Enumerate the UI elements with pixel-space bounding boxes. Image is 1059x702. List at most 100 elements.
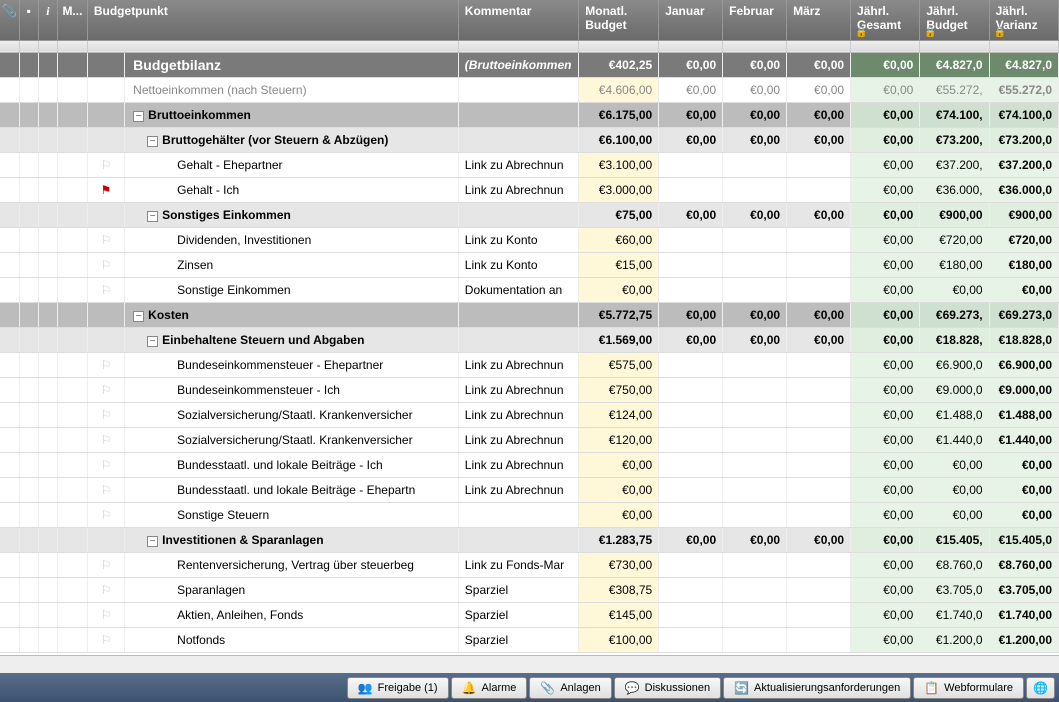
mar-cell[interactable] (787, 177, 851, 202)
jan-cell[interactable] (659, 477, 723, 502)
comment-cell[interactable] (19, 327, 38, 352)
attach-cell[interactable] (0, 252, 19, 277)
mar-cell[interactable]: €0,00 (787, 52, 851, 77)
feb-cell[interactable] (723, 377, 787, 402)
comment-cell[interactable] (19, 127, 38, 152)
m-cell[interactable] (58, 602, 88, 627)
freigabe-button[interactable]: 👥Freigabe (1) (347, 677, 449, 699)
comment-cell[interactable] (19, 552, 38, 577)
jv-cell[interactable]: €720,00 (989, 227, 1058, 252)
name-cell[interactable]: Gehalt - Ich (125, 177, 459, 202)
jb-cell[interactable]: €37.200, (920, 152, 989, 177)
comment-cell[interactable] (19, 152, 38, 177)
info-cell[interactable] (38, 477, 57, 502)
jg-cell[interactable]: €0,00 (851, 502, 920, 527)
collapse-toggle[interactable]: − (133, 111, 144, 122)
jv-cell[interactable]: €15.405,0 (989, 527, 1058, 552)
m-cell[interactable] (58, 452, 88, 477)
m-cell[interactable] (58, 77, 88, 102)
info-cell[interactable] (38, 402, 57, 427)
feb-cell[interactable] (723, 577, 787, 602)
col-jg[interactable]: Jährl. Gesamt🔒 (851, 0, 920, 40)
jan-cell[interactable] (659, 627, 723, 652)
mb-cell[interactable]: €100,00 (579, 627, 659, 652)
info-cell[interactable] (38, 577, 57, 602)
table-row[interactable]: ⚐Sozialversicherung/Staatl. Krankenversi… (0, 427, 1059, 452)
comment-cell[interactable] (19, 402, 38, 427)
flag-cell[interactable] (87, 327, 124, 352)
jg-cell[interactable]: €0,00 (851, 77, 920, 102)
mb-cell[interactable]: €6.175,00 (579, 102, 659, 127)
feb-cell[interactable] (723, 277, 787, 302)
feb-cell[interactable] (723, 627, 787, 652)
flag-cell[interactable] (87, 202, 124, 227)
comment-cell[interactable] (458, 502, 578, 527)
comment-cell[interactable] (19, 227, 38, 252)
table-row[interactable]: −Investitionen & Sparanlagen€1.283,75€0,… (0, 527, 1059, 552)
jg-cell[interactable]: €0,00 (851, 427, 920, 452)
feb-cell[interactable] (723, 452, 787, 477)
table-row[interactable]: ⚑Gehalt - IchLink zu Abrechnun€3.000,00€… (0, 177, 1059, 202)
jan-cell[interactable] (659, 577, 723, 602)
comment-cell[interactable]: Link zu Konto (458, 252, 578, 277)
feb-cell[interactable] (723, 352, 787, 377)
jg-cell[interactable]: €0,00 (851, 127, 920, 152)
name-cell[interactable]: Sozialversicherung/Staatl. Krankenversic… (125, 427, 459, 452)
name-cell[interactable]: Sozialversicherung/Staatl. Krankenversic… (125, 402, 459, 427)
mb-cell[interactable]: €75,00 (579, 202, 659, 227)
mar-cell[interactable]: €0,00 (787, 527, 851, 552)
comment-cell[interactable] (458, 127, 578, 152)
info-cell[interactable] (38, 302, 57, 327)
attach-cell[interactable] (0, 127, 19, 152)
table-row[interactable]: ⚐Rentenversicherung, Vertrag über steuer… (0, 552, 1059, 577)
flag-cell[interactable] (87, 527, 124, 552)
table-row[interactable]: Nettoeinkommen (nach Steuern)€4.606,00€0… (0, 77, 1059, 102)
name-cell[interactable]: Rentenversicherung, Vertrag über steuerb… (125, 552, 459, 577)
jg-cell[interactable]: €0,00 (851, 152, 920, 177)
flag-cell[interactable] (87, 52, 124, 77)
comment-cell[interactable] (19, 202, 38, 227)
jv-cell[interactable]: €55.272,0 (989, 77, 1058, 102)
info-cell[interactable] (38, 252, 57, 277)
feb-cell[interactable]: €0,00 (723, 202, 787, 227)
jan-cell[interactable] (659, 502, 723, 527)
jan-cell[interactable] (659, 602, 723, 627)
jb-cell[interactable]: €73.200, (920, 127, 989, 152)
jv-cell[interactable]: €0,00 (989, 502, 1058, 527)
collapse-toggle[interactable]: − (133, 311, 144, 322)
flag-cell[interactable]: ⚐ (87, 452, 124, 477)
table-row[interactable]: ⚐SparanlagenSparziel€308,75€0,00€3.705,0… (0, 577, 1059, 602)
m-cell[interactable] (58, 402, 88, 427)
flag-cell[interactable]: ⚐ (87, 502, 124, 527)
mar-cell[interactable] (787, 377, 851, 402)
info-cell[interactable] (38, 277, 57, 302)
col-budgetpunkt[interactable]: Budgetpunkt (87, 0, 458, 40)
mb-cell[interactable]: €124,00 (579, 402, 659, 427)
name-cell[interactable]: Sonstige Einkommen (125, 277, 459, 302)
comment-cell[interactable] (19, 77, 38, 102)
mb-cell[interactable]: €15,00 (579, 252, 659, 277)
jg-cell[interactable]: €0,00 (851, 402, 920, 427)
jb-cell[interactable]: €900,00 (920, 202, 989, 227)
name-cell[interactable]: Bundeseinkommensteuer - Ehepartner (125, 352, 459, 377)
jv-cell[interactable]: €18.828,0 (989, 327, 1058, 352)
table-row[interactable]: ⚐Dividenden, InvestitionenLink zu Konto€… (0, 227, 1059, 252)
feb-cell[interactable]: €0,00 (723, 102, 787, 127)
jan-cell[interactable]: €0,00 (659, 302, 723, 327)
flag-cell[interactable]: ⚐ (87, 402, 124, 427)
name-cell[interactable]: Bundesstaatl. und lokale Beiträge - Ich (125, 452, 459, 477)
mb-cell[interactable]: €1.283,75 (579, 527, 659, 552)
attach-cell[interactable] (0, 52, 19, 77)
mar-cell[interactable]: €0,00 (787, 77, 851, 102)
jb-cell[interactable]: €9.000,0 (920, 377, 989, 402)
aktualisierung-button[interactable]: 🔄Aktualisierungsanforderungen (723, 677, 911, 699)
comment-cell[interactable] (19, 427, 38, 452)
attach-cell[interactable] (0, 77, 19, 102)
jv-cell[interactable]: €4.827,0 (989, 52, 1058, 77)
jan-cell[interactable] (659, 227, 723, 252)
feb-cell[interactable] (723, 427, 787, 452)
col-monatl[interactable]: Monatl. Budget (579, 0, 659, 40)
m-cell[interactable] (58, 352, 88, 377)
info-cell[interactable] (38, 102, 57, 127)
attach-cell[interactable] (0, 377, 19, 402)
